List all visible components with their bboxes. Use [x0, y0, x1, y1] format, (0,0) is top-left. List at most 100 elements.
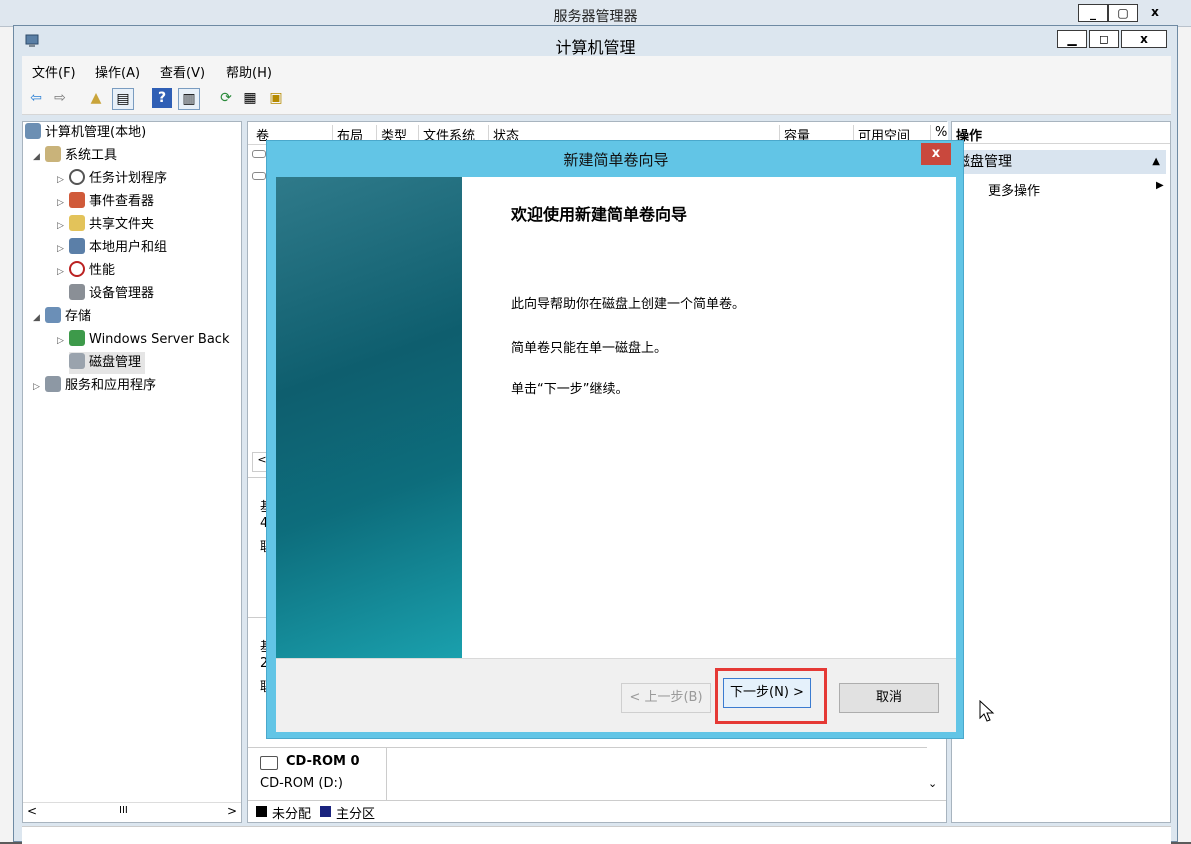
expand-arrow-icon[interactable]: ▷ [57, 169, 69, 191]
help-icon[interactable]: ? [152, 88, 172, 108]
toolbar: ⇦ ⇨ ▲ ▤ ? ▥ ⟳ ▦ ▣ [22, 82, 1171, 115]
menu-file[interactable]: 文件(F) [32, 62, 76, 81]
tree-item-storage[interactable]: ◢ 存储 [33, 306, 91, 328]
legend-unallocated: 未分配 [272, 807, 312, 822]
backup-icon [69, 330, 85, 346]
storage-icon [45, 307, 61, 323]
tree-label: 服务和应用程序 [65, 378, 157, 393]
tree-item-local-users[interactable]: ▷ 本地用户和组 [57, 237, 167, 259]
tree-item-system-tools[interactable]: ◢ 系统工具 [33, 145, 117, 167]
tree-label: 设备管理器 [89, 286, 155, 301]
bg-close-button[interactable]: x [1140, 4, 1170, 22]
tree-label: 共享文件夹 [89, 217, 155, 232]
tree-item-event-viewer[interactable]: ▷ 事件查看器 [57, 191, 154, 213]
folder-up-icon[interactable]: ▲ [86, 88, 106, 108]
cdrom-drive: CD-ROM (D:) [260, 776, 343, 791]
refresh-icon[interactable]: ⟳ [216, 88, 236, 108]
menu-view[interactable]: 查看(V) [160, 62, 205, 81]
performance-icon [69, 261, 85, 277]
computer-icon [25, 123, 41, 139]
tools-icon [45, 146, 61, 162]
wizard-heading: 欢迎使用新建简单卷向导 [511, 205, 688, 224]
tree-item-windows-backup[interactable]: ▷ Windows Server Back [57, 329, 230, 351]
volume-row-icon [252, 150, 266, 158]
server-manager-title: 服务器管理器 [553, 9, 638, 25]
menu-action[interactable]: 操作(A) [95, 62, 140, 81]
cancel-button[interactable]: 取消 [839, 683, 939, 713]
window-title: 计算机管理 [555, 38, 636, 57]
collapse-arrow-icon[interactable]: ◢ [33, 146, 45, 168]
expand-arrow-icon[interactable]: ▷ [57, 215, 69, 237]
tree-label: Windows Server Back [89, 332, 230, 347]
server-manager-titlebar: 服务器管理器 _ ▢ x [0, 0, 1191, 27]
wizard-banner-image [276, 177, 462, 658]
maximize-button[interactable]: ◻ [1089, 30, 1119, 48]
legend-primary: 主分区 [336, 807, 376, 822]
tree-label: 系统工具 [65, 148, 118, 163]
bg-maximize-button[interactable]: ▢ [1108, 4, 1138, 22]
tree-label: 磁盘管理 [89, 355, 142, 370]
console-tree: 计算机管理(本地) ◢ 系统工具 ▷ 任务计划程序 ▷ 事件查看器 ▷ 共享文件夹 ▷ 本… [22, 121, 242, 823]
device-manager-icon [69, 284, 85, 300]
wizard-footer: < 上一步(B) 下一步(N) > 取消 [276, 658, 956, 732]
next-button[interactable]: 下一步(N) > [723, 678, 811, 708]
tree-item-disk-management[interactable]: 磁盘管理 [69, 352, 146, 374]
legend: 未分配 主分区 [248, 800, 946, 823]
minimize-button[interactable]: ▁ [1057, 30, 1087, 48]
expand-arrow-icon[interactable]: ▷ [57, 238, 69, 260]
expand-arrow-icon[interactable]: ▷ [57, 330, 69, 352]
view-icon[interactable]: ▥ [178, 88, 200, 110]
tree-label: 计算机管理(本地) [45, 125, 147, 140]
scroll-down-icon[interactable]: ⌄ [928, 777, 937, 790]
users-icon [69, 238, 85, 254]
primary-swatch [320, 806, 331, 817]
more-actions-item[interactable]: 更多操作 [988, 180, 1040, 199]
close-button[interactable]: x [1121, 30, 1167, 48]
back-arrow-icon[interactable]: ⇦ [26, 88, 46, 108]
tree-item-performance[interactable]: ▷ 性能 [57, 260, 115, 282]
tree-label: 任务计划程序 [89, 171, 168, 186]
wizard-text-1: 此向导帮助你在磁盘上创建一个简单卷。 [511, 297, 746, 312]
scroll-right-icon[interactable]: > [227, 804, 237, 818]
tree-label: 本地用户和组 [89, 240, 168, 255]
actions-section-disk-management[interactable]: 磁盘管理 ▲ [956, 150, 1166, 174]
tree-hscrollbar[interactable]: < III > [23, 802, 241, 821]
cdrom-partition[interactable] [386, 747, 927, 800]
scroll-thumb[interactable]: III [119, 805, 128, 816]
menu-help[interactable]: 帮助(H) [226, 62, 272, 81]
tree-item-device-manager[interactable]: 设备管理器 [69, 283, 154, 305]
cdrom-name: CD-ROM 0 [286, 754, 360, 769]
wizard-content: 欢迎使用新建简单卷向导 此向导帮助你在磁盘上创建一个简单卷。 简单卷只能在单一磁… [462, 177, 956, 658]
tree-item-shared-folders[interactable]: ▷ 共享文件夹 [57, 214, 154, 236]
export-icon[interactable]: ▣ [266, 88, 286, 108]
menu-bar: 文件(F) 操作(A) 查看(V) 帮助(H) [22, 56, 1171, 83]
expand-arrow-icon[interactable]: ▷ [33, 376, 45, 398]
scroll-left-icon[interactable]: < [27, 804, 37, 818]
tree-label: 事件查看器 [89, 194, 155, 209]
properties-icon[interactable]: ▦ [240, 88, 260, 108]
bg-minimize-button[interactable]: _ [1078, 4, 1108, 22]
tree-label: 性能 [89, 263, 116, 278]
status-bar [22, 826, 1171, 844]
collapse-up-icon[interactable]: ▲ [1152, 150, 1160, 174]
clock-icon [69, 169, 85, 185]
disk-icon [69, 353, 85, 369]
wizard-text-3: 单击“下一步”继续。 [511, 382, 629, 397]
shared-folder-icon [69, 215, 85, 231]
tree-label: 存储 [65, 309, 92, 324]
expand-arrow-icon[interactable]: ▷ [57, 192, 69, 214]
unallocated-swatch [256, 806, 267, 817]
back-button[interactable]: < 上一步(B) [621, 683, 711, 713]
dialog-close-button[interactable]: x [921, 143, 951, 165]
console-tree-icon[interactable]: ▤ [112, 88, 134, 110]
forward-arrow-icon[interactable]: ⇨ [50, 88, 70, 108]
event-log-icon [69, 192, 85, 208]
tree-item-root[interactable]: 计算机管理(本地) [25, 122, 146, 144]
collapse-arrow-icon[interactable]: ◢ [33, 307, 45, 329]
cdrom-row[interactable]: CD-ROM 0 CD-ROM (D:) [248, 747, 388, 800]
tree-item-services-apps[interactable]: ▷ 服务和应用程序 [33, 375, 156, 397]
volume-row-icon [252, 172, 266, 180]
tree-item-task-scheduler[interactable]: ▷ 任务计划程序 [57, 168, 167, 190]
actions-header: 操作 [952, 122, 1170, 144]
expand-arrow-icon[interactable]: ▷ [57, 261, 69, 283]
